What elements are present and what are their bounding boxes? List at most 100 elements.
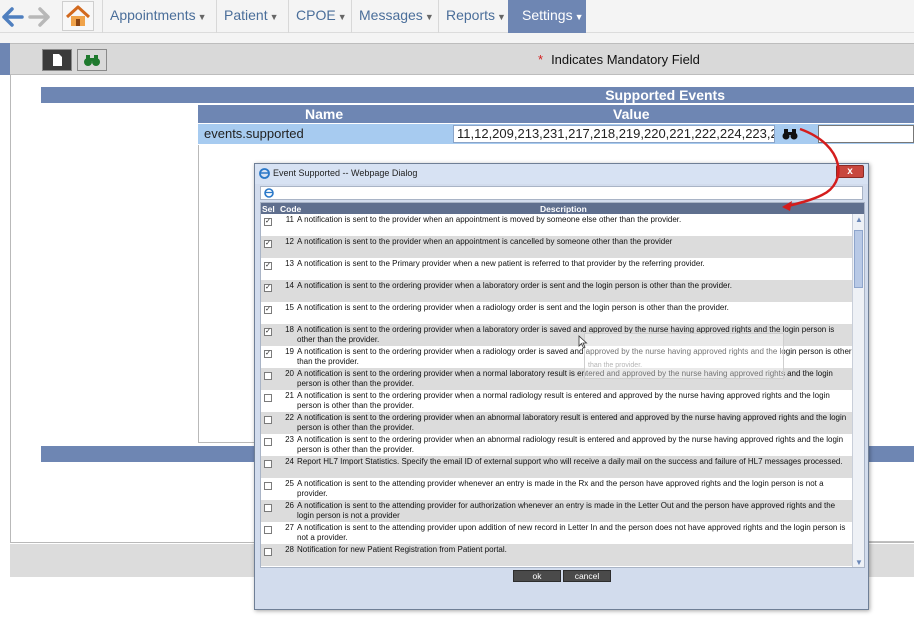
menu-cpoe[interactable]: CPOE ▼ [288,0,347,33]
row-description: A notification is sent to the ordering p… [297,413,847,432]
sel-header: Sel [262,204,275,214]
dialog-title: Event Supported -- Webpage Dialog [273,168,418,178]
events-table-header: Sel Code Description [261,203,864,214]
col-value-header: Value [613,106,650,122]
row-code: 27 [285,523,294,532]
table-row: 27 A notification is sent to the attendin… [261,522,854,544]
table-row: ✓ 15 A notification is sent to the orderin… [261,302,854,324]
row-checkbox[interactable]: ✓ [264,284,272,292]
row-checkbox[interactable] [264,526,272,534]
row-description: A notification is sent to the Primary pr… [297,259,705,268]
toolbar: * Indicates Mandatory Field [10,43,914,75]
table-header: Name Value [198,105,914,123]
event-value-field[interactable]: 11,12,209,213,231,217,218,219,220,221,22… [453,125,775,143]
col-name-header: Name [305,106,344,122]
ok-button[interactable]: ok [513,570,561,582]
row-description: A notification is sent to the ordering p… [297,281,732,290]
table-row: 23 A notification is sent to the ordering… [261,434,854,456]
row-code: 25 [285,479,294,488]
row-description: A notification is sent to the attending … [297,523,846,542]
row-checkbox[interactable] [264,548,272,556]
table-row: 29A notification is sent to the users as… [261,566,854,567]
scroll-down-icon[interactable]: ▼ [854,558,864,567]
row-checkbox[interactable] [264,504,272,512]
back-arrow-icon[interactable] [2,7,24,27]
code-header: Code [280,204,302,214]
left-accent-strip [0,43,10,75]
home-button[interactable] [62,1,94,31]
row-description: A notification is sent to the ordering p… [297,435,844,454]
top-nav: Appointments ▼ Patient ▼ CPOE ▼ Messages ▼ R… [0,0,914,33]
row-checkbox[interactable]: ✓ [264,328,272,336]
row-description: A notification is sent to the ordering p… [297,303,729,312]
row-code: 28 [285,545,294,554]
table-row: 25 A notification is sent to the attendin… [261,478,854,500]
row-code: 14 [285,281,294,290]
row-checkbox[interactable]: ✓ [264,262,272,270]
scroll-up-icon[interactable]: ▲ [854,215,864,225]
row-code: 11 [285,215,294,224]
row-checkbox[interactable] [264,394,272,402]
row-code: 24 [285,457,294,466]
row-description: Report HL7 Import Statistics. Specify th… [297,457,843,466]
section-title: Supported Events [605,87,725,103]
menu-messages[interactable]: Messages ▼ [351,0,434,33]
event-supported-dialog: Event Supported -- Webpage Dialog x Sel … [254,163,869,610]
row-code: 18 [285,325,294,334]
dialog-close-button[interactable]: x [836,165,864,178]
row-description: A notification is sent to the attending … [297,501,836,520]
menu-reports[interactable]: Reports ▼ [438,0,508,33]
row-description: A notification is sent to the ordering p… [297,391,830,410]
mandatory-star: * [538,52,544,67]
row-code: 13 [285,259,294,268]
mandatory-text: Indicates Mandatory Field [551,52,700,67]
row-checkbox[interactable] [264,372,272,380]
menu-appointments[interactable]: Appointments ▼ [102,0,208,33]
side-input[interactable] [818,125,914,143]
drag-ghost: than the provider. [584,333,784,379]
mouse-cursor-icon [578,335,588,349]
table-row: ✓ 13 A notification is sent to the Primary… [261,258,854,280]
row-checkbox[interactable]: ✓ [264,218,272,226]
row-checkbox[interactable] [264,460,272,468]
row-description: A notification is sent to the attending … [297,479,824,498]
toolbar-spacer [0,33,914,43]
row-checkbox[interactable]: ✓ [264,306,272,314]
row-code: 19 [285,347,294,356]
binoculars-icon [782,129,798,140]
ie-icon [259,168,270,179]
lookup-button[interactable] [780,125,800,143]
row-checkbox[interactable]: ✓ [264,350,272,358]
events-table: Sel Code Description ✓ 11 A notification i… [260,202,865,568]
forward-arrow-icon[interactable] [28,7,50,27]
row-code: 15 [285,303,294,312]
row-code: 26 [285,501,294,510]
table-row: ✓ 11 A notification is sent to the provide… [261,214,854,236]
new-document-button[interactable] [42,49,72,71]
row-checkbox[interactable] [264,438,272,446]
menu-patient[interactable]: Patient ▼ [216,0,284,33]
dialog-address-bar [260,186,863,200]
event-name: events.supported [204,126,304,141]
table-row: ✓ 12 A notification is sent to the provide… [261,236,854,258]
row-description: A notification is sent to the provider w… [297,237,673,246]
table-row: 22 A notification is sent to the ordering… [261,412,854,434]
menu-settings[interactable]: Settings ▼ [508,0,586,33]
row-checkbox[interactable] [264,482,272,490]
row-code: 22 [285,413,294,422]
drag-ghost-text: than the provider. [588,362,643,369]
row-code: 20 [285,369,294,378]
events-scrollbar[interactable]: ▲ ▼ [852,214,864,567]
row-code: 21 [285,391,294,400]
table-row: 24 Report HL7 Import Statistics. Specify … [261,456,854,478]
row-checkbox[interactable]: ✓ [264,240,272,248]
scroll-thumb[interactable] [854,230,863,288]
description-header: Description [540,204,587,214]
table-row: 26 A notification is sent to the attendin… [261,500,854,522]
row-code: 12 [285,237,294,246]
row-checkbox[interactable] [264,416,272,424]
cancel-button[interactable]: cancel [563,570,611,582]
binoculars-icon [84,55,100,66]
right-panel [866,462,914,542]
search-button[interactable] [77,49,107,71]
